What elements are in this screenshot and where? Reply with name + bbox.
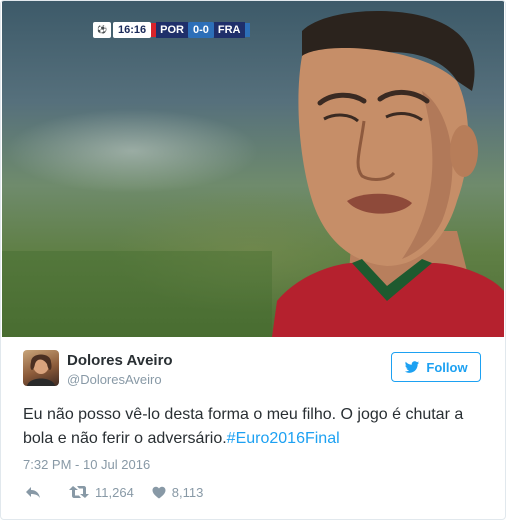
twitter-bird-icon [405, 360, 420, 373]
avatar-image [27, 354, 55, 386]
author-handle[interactable]: @DoloresAveiro [67, 372, 162, 387]
reply-icon [26, 486, 40, 498]
match-clock: 16:16 [113, 22, 152, 38]
match-score: 0-0 [187, 22, 214, 38]
retweet-icon [69, 486, 89, 498]
follow-button[interactable]: Follow [391, 352, 481, 382]
tweet-photo[interactable]: ⚽ 16:16 POR 0-0 FRA [2, 1, 504, 337]
reply-button[interactable] [25, 486, 41, 499]
tweet-header: Dolores Aveiro @DoloresAveiro Follow [23, 350, 483, 394]
retweet-button[interactable]: 11,264 [69, 485, 134, 500]
tweet-timestamp[interactable]: 7:32 PM - 10 Jul 2016 [23, 457, 150, 472]
follow-label: Follow [426, 359, 468, 375]
team-away: FRA [213, 22, 245, 38]
team-home: POR [156, 22, 188, 38]
hashtag-link[interactable]: #Euro2016Final [227, 430, 340, 447]
retweet-count: 11,264 [95, 484, 134, 500]
author-name[interactable]: Dolores Aveiro [67, 352, 173, 369]
tweet-actions: 11,264 8,113 [25, 483, 203, 501]
like-count: 8,113 [171, 484, 204, 500]
tweet-card: ⚽ 16:16 POR 0-0 FRA Dolores Aveiro @Dolo… [0, 0, 506, 520]
team-away-color [244, 23, 250, 37]
scoreboard: ⚽ 16:16 POR 0-0 FRA [93, 21, 250, 39]
avatar[interactable] [23, 350, 59, 386]
euro-logo-icon: ⚽ [93, 22, 111, 38]
like-icon [152, 486, 166, 498]
photo-illustration [2, 11, 504, 337]
like-button[interactable]: 8,113 [152, 484, 204, 500]
tweet-text: Eu não posso vê-lo desta forma o meu fil… [23, 403, 493, 451]
